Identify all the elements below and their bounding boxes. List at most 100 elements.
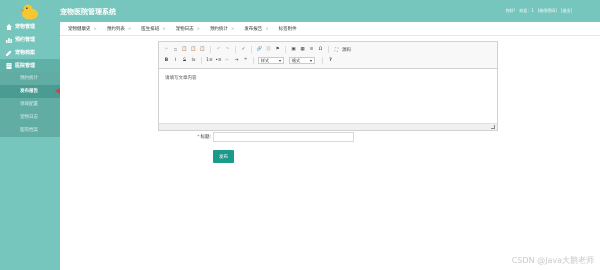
tab-label: 预约列表 bbox=[106, 26, 125, 32]
spellcheck-icon[interactable]: ✓ bbox=[240, 46, 247, 54]
publish-button[interactable]: 发布 bbox=[213, 150, 234, 163]
editor-placeholder: 请填写文章内容 bbox=[165, 76, 197, 81]
title-label-text: 标题: bbox=[200, 135, 211, 140]
toolbar-separator bbox=[235, 46, 236, 53]
paste-icon[interactable]: 📋 bbox=[181, 46, 188, 54]
sidebar-item-hospital-management[interactable]: 医院管理 bbox=[0, 59, 60, 72]
toolbar-separator bbox=[322, 57, 323, 64]
title-input[interactable] bbox=[213, 132, 354, 142]
sidebar-item-appointments[interactable]: 预约管理 bbox=[0, 33, 60, 46]
close-icon[interactable]: × bbox=[197, 26, 200, 31]
toolbar-separator bbox=[201, 57, 202, 64]
link-icon[interactable]: 🔗 bbox=[256, 46, 263, 54]
tab-appointment-stats[interactable]: 预约统计 × bbox=[210, 26, 234, 32]
close-icon[interactable]: × bbox=[231, 26, 234, 31]
tab-pet-health-history[interactable]: 宠物健康史 × bbox=[68, 26, 97, 32]
sidebar-subitem-domain-config[interactable]: 领域配置 bbox=[0, 98, 60, 111]
toolbar-row: ✂ ⧉ 📋 📋 📋 ↶ ↷ ✓ 🔗 ⛓ ⚑ ▣ ▦ ≡ Ω ⛶ 源码 bbox=[163, 44, 493, 55]
sidebar-item-pet-records[interactable]: 宠物档案 bbox=[0, 46, 60, 59]
chevron-down-icon: ▾ bbox=[309, 58, 312, 63]
main-content: ✂ ⧉ 📋 📋 📋 ↶ ↷ ✓ 🔗 ⛓ ⚑ ▣ ▦ ≡ Ω ⛶ 源码 B I S… bbox=[60, 36, 600, 270]
strikethrough-icon[interactable]: S bbox=[181, 57, 188, 65]
maximize-icon[interactable]: ⛶ bbox=[333, 46, 340, 54]
copy-icon[interactable]: ⧉ bbox=[172, 46, 179, 54]
horizontal-line-icon[interactable]: ≡ bbox=[308, 46, 315, 54]
close-icon[interactable]: × bbox=[162, 26, 165, 31]
sidebar-item-label: 宠物档案 bbox=[15, 50, 36, 56]
sidebar: 宠物管理 预约管理 宠物档案 医院管理 预约统计 发布报告 领域配置 宠物日志 … bbox=[0, 0, 60, 270]
sidebar-subitem-appointment-stats[interactable]: 预约统计 bbox=[0, 72, 60, 85]
source-button[interactable]: 源码 bbox=[342, 46, 351, 54]
tab-label: 宠物日志 bbox=[175, 26, 194, 32]
editor-status-bar bbox=[159, 123, 497, 130]
tab-bar: 宠物健康史 × 预约列表 × 医生排班 × 宠物日志 × 预约统计 × 发布报告 × 标签附… bbox=[60, 22, 600, 36]
watermark: CSDN @Java大鹅老师 bbox=[511, 256, 594, 265]
toolbar-separator bbox=[253, 57, 254, 64]
sidebar-subitem-pet-log[interactable]: 宠物日志 bbox=[0, 111, 60, 124]
image-icon[interactable]: ▣ bbox=[290, 46, 297, 54]
numbered-list-icon[interactable]: 1≡ bbox=[206, 57, 213, 65]
table-icon[interactable]: ▦ bbox=[299, 46, 306, 54]
tab-appointment-list[interactable]: 预约列表 × bbox=[107, 26, 131, 32]
sidebar-item-pet-management[interactable]: 宠物管理 bbox=[0, 20, 60, 33]
indent-icon[interactable]: ⇥ bbox=[233, 57, 240, 65]
tab-doctor-schedule[interactable]: 医生排班 × bbox=[141, 26, 165, 32]
style-select[interactable]: 样式 ▾ bbox=[258, 57, 284, 64]
chart-icon bbox=[6, 37, 12, 43]
toolbar-separator bbox=[210, 46, 211, 53]
italic-icon[interactable]: I bbox=[172, 57, 179, 65]
redo-icon[interactable]: ↷ bbox=[224, 46, 231, 54]
welcome-user-text: 欢迎：1 bbox=[519, 8, 534, 13]
title-field-row: *标题: bbox=[188, 132, 354, 142]
home-icon bbox=[6, 23, 12, 30]
title-label: *标题: bbox=[188, 134, 211, 140]
bold-icon[interactable]: B bbox=[163, 57, 170, 65]
blockquote-icon[interactable]: ❝ bbox=[242, 57, 249, 65]
anchor-icon[interactable]: ⚑ bbox=[274, 46, 281, 54]
tab-pet-log[interactable]: 宠物日志 × bbox=[176, 26, 200, 32]
close-icon[interactable]: × bbox=[128, 26, 131, 31]
unlink-icon[interactable]: ⛓ bbox=[265, 46, 272, 54]
change-password-link[interactable]: [修改密码] bbox=[538, 8, 557, 14]
logout-link[interactable]: [退出] bbox=[561, 8, 572, 14]
tab-label: 医生排班 bbox=[141, 26, 160, 32]
chevron-down-icon: ▾ bbox=[278, 58, 281, 63]
outdent-icon[interactable]: ⇤ bbox=[224, 57, 231, 65]
tab-label: 发布报告 bbox=[244, 26, 263, 32]
help-icon[interactable]: ? bbox=[327, 57, 334, 65]
paste-word-icon[interactable]: 📋 bbox=[199, 46, 206, 54]
greeting-text: 你好! bbox=[505, 8, 516, 13]
close-icon[interactable]: × bbox=[94, 26, 97, 31]
app-title: 宠物医院管理系统 bbox=[60, 8, 116, 16]
toolbar-separator bbox=[285, 46, 286, 53]
tab-tag-attachments[interactable]: 标签附件 bbox=[279, 26, 297, 32]
rich-text-editor: ✂ ⧉ 📋 📋 📋 ↶ ↷ ✓ 🔗 ⛓ ⚑ ▣ ▦ ≡ Ω ⛶ 源码 B I S… bbox=[158, 41, 498, 131]
sidebar-nav: 宠物管理 预约管理 宠物档案 医院管理 预约统计 发布报告 领域配置 宠物日志 … bbox=[0, 20, 60, 137]
resize-handle-icon[interactable] bbox=[491, 125, 495, 129]
sidebar-item-label: 医院管理 bbox=[15, 63, 36, 69]
toolbar-separator bbox=[251, 46, 252, 53]
close-icon[interactable]: × bbox=[265, 26, 268, 31]
toolbar-separator bbox=[328, 46, 329, 53]
editor-content-area[interactable]: 请填写文章内容 bbox=[159, 69, 497, 123]
paste-text-icon[interactable]: 📋 bbox=[190, 46, 197, 54]
tab-label: 标签附件 bbox=[278, 26, 297, 32]
undo-icon[interactable]: ↶ bbox=[215, 46, 222, 54]
remove-format-icon[interactable]: Ix bbox=[190, 57, 197, 65]
document-icon bbox=[6, 62, 12, 69]
user-links: 你好! 欢迎：1 [修改密码] [退出] bbox=[506, 8, 572, 14]
edit-icon bbox=[6, 50, 12, 56]
tab-label: 宠物健康史 bbox=[68, 26, 91, 32]
format-select-value: 格式 bbox=[292, 57, 300, 63]
top-bar: 宠物医院管理系统 你好! 欢迎：1 [修改密码] [退出] bbox=[60, 0, 600, 22]
cut-icon[interactable]: ✂ bbox=[163, 46, 170, 54]
special-char-icon[interactable]: Ω bbox=[317, 46, 324, 54]
sidebar-item-label: 预约管理 bbox=[15, 37, 36, 43]
format-select[interactable]: 格式 ▾ bbox=[289, 57, 315, 64]
tab-publish-report[interactable]: 发布报告 × bbox=[244, 26, 268, 32]
tab-label: 预约统计 bbox=[209, 26, 228, 32]
bulleted-list-icon[interactable]: •≡ bbox=[215, 57, 222, 65]
editor-toolbar: ✂ ⧉ 📋 📋 📋 ↶ ↷ ✓ 🔗 ⛓ ⚑ ▣ ▦ ≡ Ω ⛶ 源码 B I S… bbox=[159, 42, 497, 69]
sidebar-subitem-publish-report[interactable]: 发布报告 bbox=[0, 85, 60, 98]
sidebar-subitem-hospital-archive[interactable]: 医院档案 bbox=[0, 124, 60, 137]
